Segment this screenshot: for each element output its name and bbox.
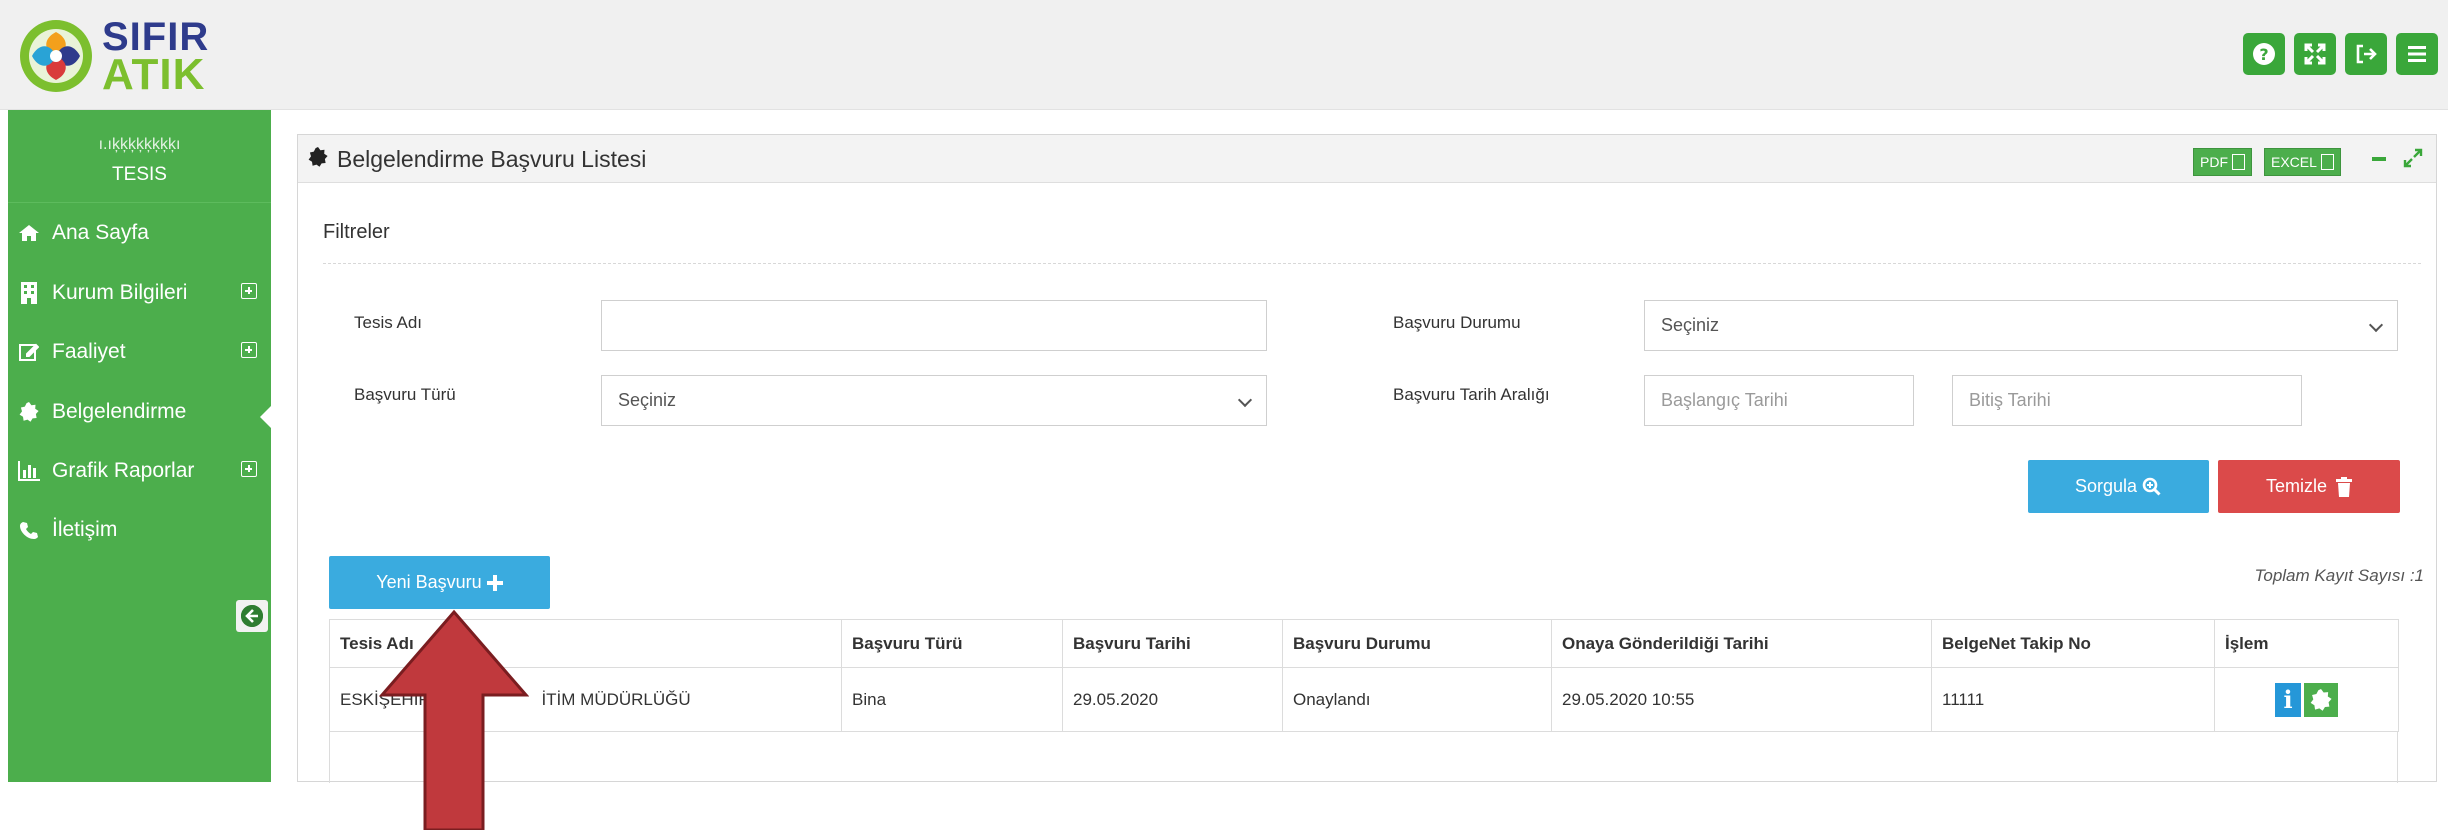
column-header[interactable]: Başvuru Durumu bbox=[1282, 619, 1552, 668]
total-records: Toplam Kayıt Sayısı :1 bbox=[2254, 566, 2424, 585]
sidebar-collapse-button[interactable] bbox=[236, 600, 268, 632]
bar-chart-icon bbox=[18, 461, 40, 481]
logout-icon[interactable] bbox=[2345, 33, 2387, 75]
sidebar-user-name: ı.ıķķķķķķķķı bbox=[98, 136, 181, 153]
cell-basvuru-durumu: Onaylandı bbox=[1282, 667, 1552, 732]
cell-onaya-gonderildigi-tarihi: 29.05.2020 10:55 bbox=[1551, 667, 1932, 732]
table-empty-area bbox=[329, 732, 2398, 783]
export-pdf-button[interactable]: PDF bbox=[2193, 148, 2252, 176]
sidebar-item-kurum-bilgileri[interactable]: Kurum Bilgileri bbox=[8, 263, 271, 323]
table-header-row: Tesis Adı Başvuru Türü Başvuru Tarihi Ba… bbox=[329, 619, 2399, 668]
column-header[interactable]: Onaya Gönderildiği Tarihi bbox=[1551, 619, 1932, 668]
sidebar: ı.ıķķķķķķķķı TESIS Ana Sayfa Kurum Bilgi… bbox=[8, 110, 271, 782]
baslangic-tarihi-input[interactable]: Başlangıç Tarihi bbox=[1644, 375, 1914, 426]
building-icon bbox=[18, 282, 40, 304]
column-header[interactable]: BelgeNet Takip No bbox=[1931, 619, 2215, 668]
menu-icon[interactable] bbox=[2396, 33, 2438, 75]
top-header: SIFIR ATIK ? bbox=[0, 0, 2448, 110]
sidebar-item-iletisim[interactable]: İletişim bbox=[8, 500, 271, 560]
basvuru-turu-select[interactable]: Seçiniz bbox=[601, 375, 1267, 426]
basvuru-durumu-label: Başvuru Durumu bbox=[1393, 313, 1521, 332]
sidebar-item-label: Ana Sayfa bbox=[52, 221, 149, 244]
certificate-icon bbox=[18, 402, 40, 422]
basvuru-turu-value: Seçiniz bbox=[618, 390, 677, 410]
excel-label: EXCEL bbox=[2271, 154, 2317, 170]
cell-basvuru-tarihi: 29.05.2020 bbox=[1062, 667, 1283, 732]
sifir-atik-logo[interactable]: SIFIR ATIK bbox=[18, 14, 208, 99]
cell-belgenet-takip-no: 11111 bbox=[1931, 667, 2215, 732]
cell-islem: i bbox=[2214, 667, 2399, 732]
certificate-action-icon[interactable] bbox=[2304, 682, 2338, 717]
help-icon[interactable]: ? bbox=[2243, 33, 2285, 75]
edit-icon bbox=[18, 342, 40, 362]
column-header: İşlem bbox=[2214, 619, 2399, 668]
certificate-icon bbox=[308, 147, 328, 167]
temizle-button[interactable]: Temizle bbox=[2218, 460, 2400, 513]
application-list-panel: Belgelendirme Başvuru Listesi PDF EXCEL … bbox=[297, 134, 2437, 783]
sidebar-item-ana-sayfa[interactable]: Ana Sayfa bbox=[8, 203, 271, 263]
basvuru-durumu-select[interactable]: Seçiniz bbox=[1644, 300, 2398, 351]
table-row[interactable]: ESKİŞEHİR İTİM MÜDÜRLÜĞÜ Bina 29.05.2020… bbox=[329, 667, 2399, 732]
info-icon[interactable]: i bbox=[2275, 682, 2301, 717]
cell-tesis-adi-tail: İTİM MÜDÜRLÜĞÜ bbox=[541, 689, 691, 709]
arrow-left-icon bbox=[241, 605, 263, 627]
logo-emblem-icon bbox=[20, 20, 92, 92]
sidebar-item-label: Belgelendirme bbox=[52, 400, 187, 423]
sidebar-item-belgelendirme[interactable]: Belgelendirme bbox=[8, 382, 271, 442]
top-icon-bar: ? bbox=[2243, 33, 2438, 75]
bitis-tarihi-input[interactable]: Bitiş Tarihi bbox=[1952, 375, 2302, 426]
basvuru-turu-label: Başvuru Türü bbox=[354, 385, 456, 404]
sidebar-item-grafik-raporlar[interactable]: Grafik Raporlar bbox=[8, 441, 271, 501]
sidebar-user-role: TESIS bbox=[112, 164, 167, 185]
temizle-label: Temizle bbox=[2265, 476, 2327, 496]
column-header[interactable]: Başvuru Tarihi bbox=[1062, 619, 1283, 668]
sorgula-button[interactable]: Sorgula bbox=[2028, 460, 2209, 513]
pdf-label: PDF bbox=[2200, 154, 2228, 170]
basvuru-durumu-value: Seçiniz bbox=[1661, 315, 1720, 335]
sidebar-user-info: ı.ıķķķķķķķķı TESIS bbox=[8, 110, 271, 202]
search-plus-icon bbox=[2142, 477, 2161, 496]
panel-title: Belgelendirme Başvuru Listesi bbox=[337, 146, 647, 172]
expand-icon[interactable] bbox=[241, 283, 257, 299]
sidebar-item-label: İletişim bbox=[52, 518, 118, 541]
export-excel-button[interactable]: EXCEL bbox=[2264, 148, 2341, 176]
tesis-adi-input[interactable] bbox=[601, 300, 1267, 351]
filters-divider bbox=[323, 263, 2421, 264]
pdf-file-icon bbox=[2232, 154, 2245, 170]
svg-text:?: ? bbox=[2259, 45, 2268, 64]
yeni-basvuru-label: Yeni Başvuru bbox=[376, 572, 482, 592]
annotation-arrow-icon bbox=[379, 609, 529, 830]
home-icon bbox=[18, 224, 40, 242]
sidebar-item-label: Kurum Bilgileri bbox=[52, 281, 188, 304]
tarih-araligi-label: Başvuru Tarih Aralığı bbox=[1393, 385, 1550, 404]
sidebar-item-faaliyet[interactable]: Faaliyet bbox=[8, 322, 271, 382]
trash-icon bbox=[2336, 476, 2352, 497]
sidebar-item-label: Grafik Raporlar bbox=[52, 459, 195, 482]
application-table: Tesis Adı Başvuru Türü Başvuru Tarihi Ba… bbox=[329, 619, 2399, 732]
logo-text-atik: ATIK bbox=[102, 50, 206, 99]
sidebar-item-label: Faaliyet bbox=[52, 340, 126, 363]
fullscreen-icon[interactable] bbox=[2294, 33, 2336, 75]
tesis-adi-label: Tesis Adı bbox=[354, 313, 423, 332]
active-indicator bbox=[260, 406, 271, 428]
expand-icon[interactable] bbox=[241, 461, 257, 477]
phone-icon bbox=[18, 521, 40, 539]
filters-title: Filtreler bbox=[323, 221, 390, 243]
cell-basvuru-turu: Bina bbox=[841, 667, 1063, 732]
sorgula-label: Sorgula bbox=[2074, 476, 2138, 496]
expand-arrows-icon[interactable] bbox=[2402, 147, 2424, 169]
minimize-icon[interactable] bbox=[2372, 157, 2386, 161]
column-header[interactable]: Başvuru Türü bbox=[841, 619, 1063, 668]
yeni-basvuru-button[interactable]: Yeni Başvuru bbox=[329, 556, 550, 609]
plus-icon bbox=[486, 574, 503, 591]
excel-file-icon bbox=[2320, 154, 2334, 170]
panel-header: Belgelendirme Başvuru Listesi PDF EXCEL bbox=[298, 135, 2436, 183]
expand-icon[interactable] bbox=[241, 342, 257, 358]
